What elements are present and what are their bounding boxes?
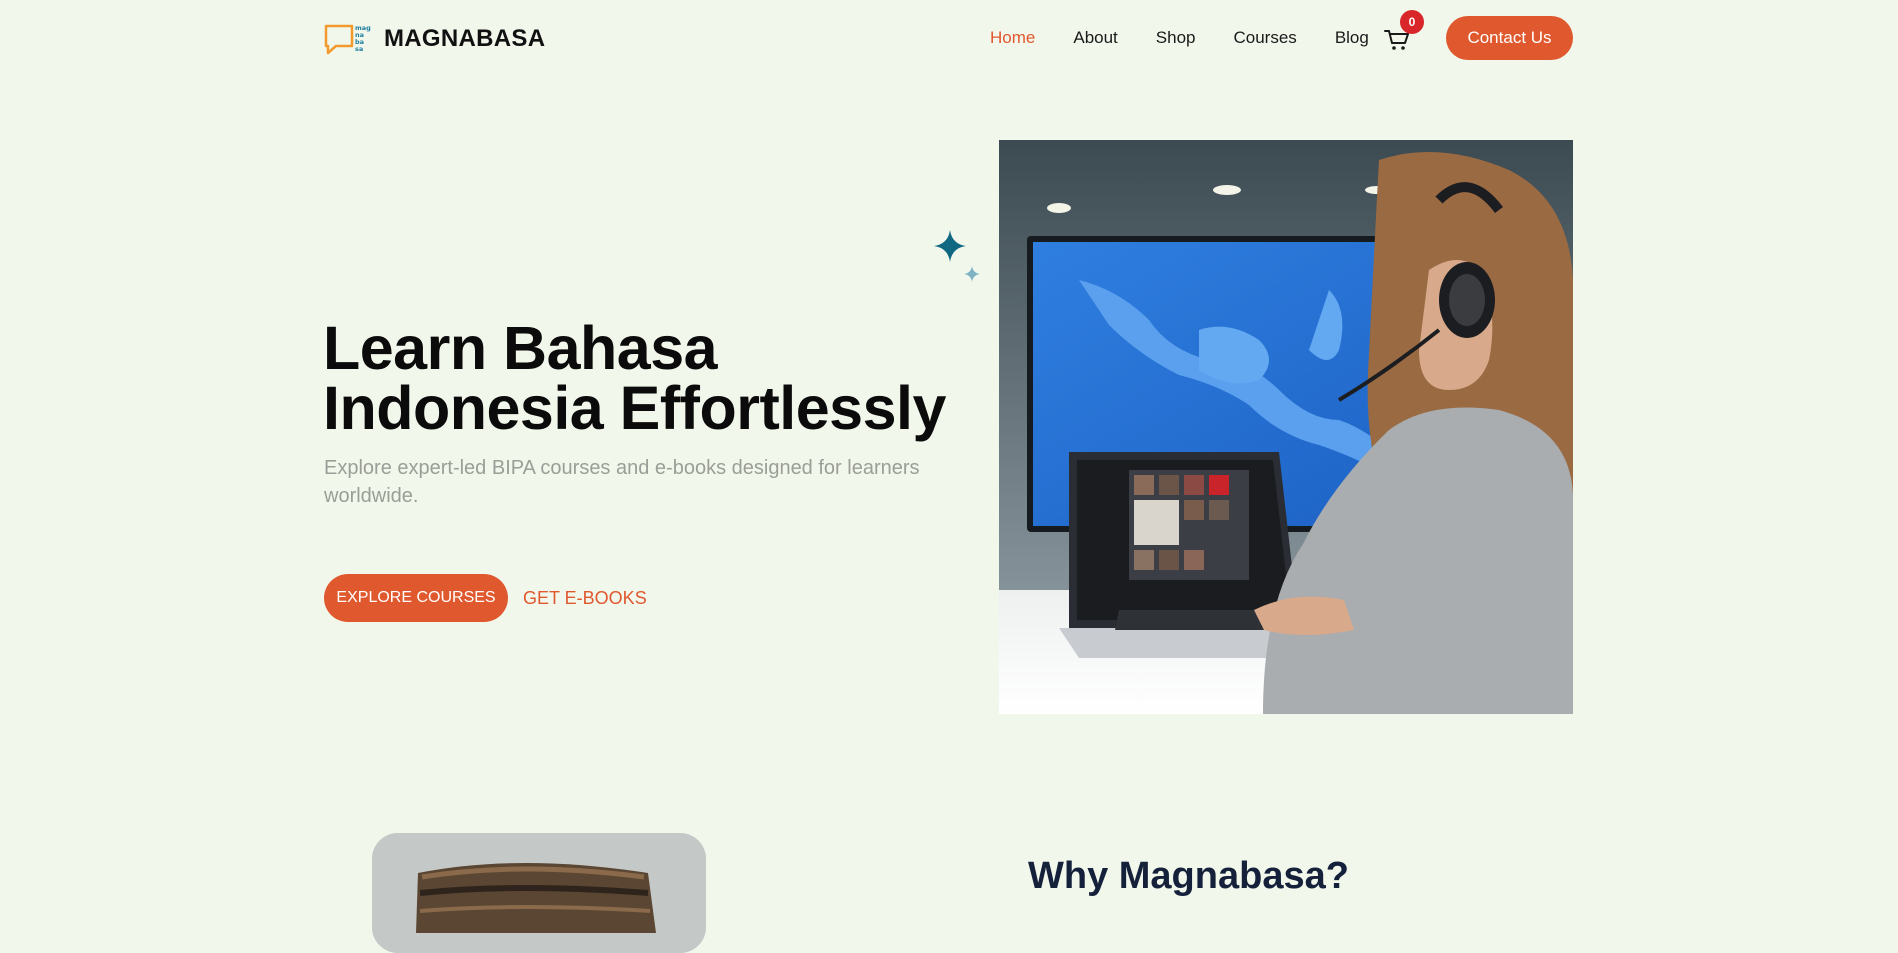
logo[interactable]: mag na ba sa MAGNABASA: [324, 22, 545, 56]
site-header: mag na ba sa MAGNABASA Home About Shop C…: [0, 0, 1898, 78]
hero-subtitle: Explore expert-led BIPA courses and e-bo…: [324, 457, 920, 507]
explore-courses-button[interactable]: EXPLORE COURSES: [324, 574, 508, 622]
chat-bubble-logo-icon: mag na ba sa: [324, 24, 371, 55]
why-magnabasa-heading: Why Magnabasa?: [1028, 855, 1349, 897]
learner-with-headset-image: [999, 140, 1573, 714]
logo-text: MAGNABASA: [384, 25, 546, 52]
nav-shop[interactable]: Shop: [1156, 24, 1196, 52]
cart-count-badge: 0: [1400, 10, 1424, 34]
nav-about[interactable]: About: [1073, 24, 1117, 52]
hero-title-line2: Indonesia Effortlessly: [323, 374, 946, 442]
logo-mark-line4: sa: [355, 45, 363, 53]
main-nav: Home About Shop Courses Blog: [990, 24, 1407, 52]
hero-title: Learn Bahasa Indonesia Effortlessly: [323, 314, 963, 442]
nav-courses[interactable]: Courses: [1234, 24, 1297, 52]
nav-blog[interactable]: Blog: [1335, 24, 1369, 52]
books-image: [372, 833, 706, 953]
get-ebooks-link[interactable]: GET E-BOOKS: [523, 574, 647, 622]
contact-us-button[interactable]: Contact Us: [1446, 16, 1573, 60]
hero-title-line1: Learn Bahasa: [323, 314, 718, 382]
books-image-card: [372, 833, 706, 953]
nav-home[interactable]: Home: [990, 24, 1035, 52]
hero-photo: [999, 140, 1573, 714]
sparkle-icon: [934, 230, 980, 282]
